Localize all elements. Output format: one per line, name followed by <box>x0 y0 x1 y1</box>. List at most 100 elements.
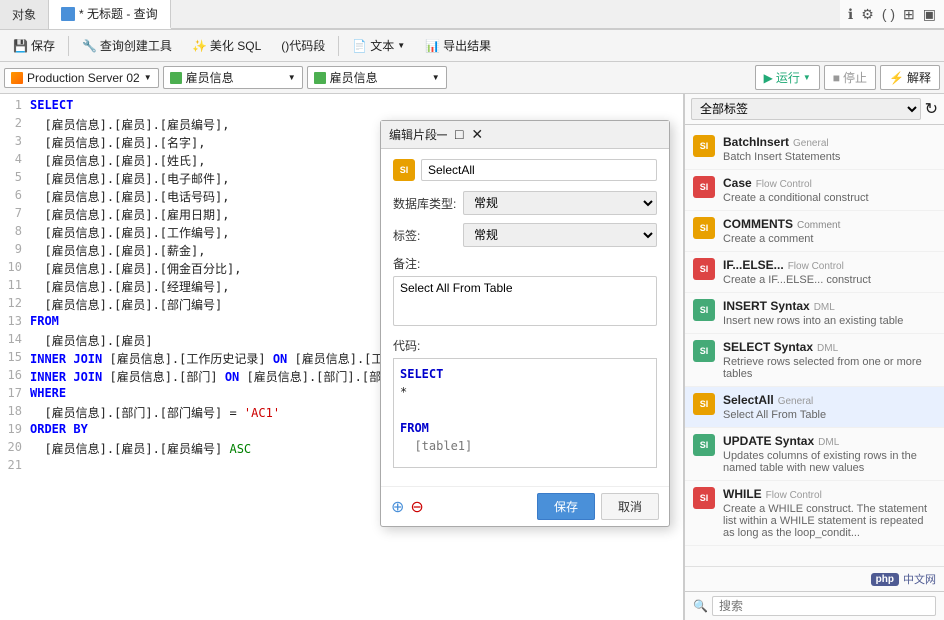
run-label: 运行 <box>776 69 800 86</box>
edit-snippet-dialog: 编辑片段 ─ □ ✕ SI 数据库类型: 常规 标签: <box>380 120 670 527</box>
snippet-item-update[interactable]: SI UPDATE SyntaxDML Updates columns of e… <box>685 428 944 481</box>
dialog-close-button[interactable]: ✕ <box>471 126 483 143</box>
dialog-footer-icons: ⊕ ⊖ <box>391 497 531 517</box>
tab-query[interactable]: * 无标题 - 查询 <box>49 0 171 29</box>
dialog-save-button[interactable]: 保存 <box>537 493 595 520</box>
snippet-icon-ifelse: SI <box>693 258 715 280</box>
code-icon[interactable]: ( ) <box>882 6 895 22</box>
dialog-tag-row: 标签: 常规 <box>393 223 657 247</box>
tab-objects-label: 对象 <box>12 6 36 23</box>
snippet-icon-insert: SI <box>693 299 715 321</box>
snippet-text-comments: COMMENTSComment Create a comment <box>723 217 936 245</box>
run-button[interactable]: ▶ 运行 ▼ <box>755 65 820 90</box>
dialog-note-textarea[interactable]: Select All From Table <box>393 276 657 326</box>
dialog-cancel-button[interactable]: 取消 <box>601 493 659 520</box>
tab-query-icon <box>61 7 75 21</box>
dialog-maximize-button[interactable]: □ <box>455 126 463 143</box>
dialog-tag-label: 标签: <box>393 227 463 244</box>
tag-filter-select[interactable]: 全部标签 <box>691 98 921 120</box>
snippet-icon-while: SI <box>693 487 715 509</box>
query-builder-button[interactable]: 🔧 查询创建工具 <box>73 33 181 58</box>
refresh-icon[interactable]: ↻ <box>925 99 938 119</box>
search-icon: 🔍 <box>693 599 708 613</box>
text-icon: 📄 <box>352 39 367 53</box>
info-icon[interactable]: ℹ <box>848 6 853 23</box>
server-select[interactable]: Production Server 02 ▼ <box>4 68 159 88</box>
stop-button[interactable]: ■ 停止 <box>824 65 876 90</box>
right-search-bar: 🔍 <box>685 591 944 620</box>
code-snippet-label: ()代码段 <box>281 37 325 54</box>
run-dropdown-icon: ▼ <box>803 73 811 82</box>
table-label: 雇员信息 <box>330 69 378 86</box>
dialog-controls: ─ □ ✕ <box>437 126 483 143</box>
dialog-tag-select[interactable]: 常规 <box>463 223 657 247</box>
db-icon <box>170 72 182 84</box>
php-site-label: 中文网 <box>903 571 936 587</box>
snippet-item-case[interactable]: SI CaseFlow Control Create a conditional… <box>685 170 944 211</box>
snippet-icon-update: SI <box>693 434 715 456</box>
dialog-dbtype-label: 数据库类型: <box>393 195 463 212</box>
tab-objects[interactable]: 对象 <box>0 0 49 29</box>
table-dropdown-icon: ▼ <box>432 73 440 82</box>
snippet-icon-select: SI <box>693 340 715 362</box>
toolbar-sep-2 <box>338 36 339 56</box>
php-logo: php <box>871 573 899 586</box>
monitor-icon[interactable]: ▣ <box>923 6 936 23</box>
table-icon <box>314 72 326 84</box>
snippet-item-ifelse[interactable]: SI IF...ELSE...Flow Control Create a IF.… <box>685 252 944 293</box>
dialog-minimize-button[interactable]: ─ <box>437 126 447 143</box>
dialog-remove-icon[interactable]: ⊖ <box>410 497 423 517</box>
snippet-item-insert[interactable]: SI INSERT SyntaxDML Insert new rows into… <box>685 293 944 334</box>
snippet-name-input[interactable] <box>421 159 657 181</box>
db-select[interactable]: 雇员信息 ▼ <box>163 66 303 89</box>
export-label: 导出结果 <box>443 37 491 54</box>
dialog-code-label: 代码: <box>393 337 657 354</box>
snippet-text-ifelse: IF...ELSE...Flow Control Create a IF...E… <box>723 258 936 286</box>
text-label: 文本 <box>370 37 394 54</box>
query-builder-icon: 🔧 <box>82 39 97 53</box>
dialog-code-box[interactable]: SELECT * FROM [table1] INNER JOIN [table… <box>393 358 657 468</box>
snippet-text-while: WHILEFlow Control Create a WHILE constru… <box>723 487 936 539</box>
dialog-add-icon[interactable]: ⊕ <box>391 497 404 517</box>
dialog-note-section: 备注: Select All From Table <box>393 255 657 329</box>
dialog-note-label: 备注: <box>393 255 657 272</box>
beautify-button[interactable]: ✨ 美化 SQL <box>183 33 270 58</box>
save-button[interactable]: 💾 保存 <box>4 33 64 58</box>
dialog-name-row: SI <box>393 159 657 181</box>
snippet-item-while[interactable]: SI WHILEFlow Control Create a WHILE cons… <box>685 481 944 546</box>
dialog-body: SI 数据库类型: 常规 标签: 常规 备注: Select All From <box>381 149 669 486</box>
dialog-dbtype-row: 数据库类型: 常规 <box>393 191 657 215</box>
explain-button[interactable]: ⚡ 解释 <box>880 65 940 90</box>
save-label: 保存 <box>31 37 55 54</box>
grid-icon[interactable]: ⊞ <box>903 6 915 23</box>
snippet-icon-batchinsert: SI <box>693 135 715 157</box>
dialog-dbtype-select[interactable]: 常规 <box>463 191 657 215</box>
dialog-code-section: 代码: SELECT * FROM [table1] INNER JOIN [t… <box>393 337 657 468</box>
snippet-item-batchinsert[interactable]: SI BatchInsertGeneral Batch Insert State… <box>685 129 944 170</box>
search-input[interactable] <box>712 596 936 616</box>
stop-label: 停止 <box>843 69 867 86</box>
snippet-text-update: UPDATE SyntaxDML Updates columns of exis… <box>723 434 936 474</box>
beautify-label: 美化 SQL <box>210 37 261 54</box>
query-builder-label: 查询创建工具 <box>100 37 172 54</box>
snippet-item-selectall[interactable]: SI SelectAllGeneral Select All From Tabl… <box>685 387 944 428</box>
snippet-text-case: CaseFlow Control Create a conditional co… <box>723 176 936 204</box>
server-icon <box>11 72 23 84</box>
explain-icon: ⚡ <box>889 71 904 85</box>
export-button[interactable]: 📊 导出结果 <box>416 33 500 58</box>
snippet-text-batchinsert: BatchInsertGeneral Batch Insert Statemen… <box>723 135 936 163</box>
right-panel: 全部标签 ↻ SI BatchInsertGeneral Batch Inser… <box>684 94 944 620</box>
dialog-title: 编辑片段 <box>389 126 437 143</box>
dialog-snippet-icon: SI <box>393 159 415 181</box>
snippet-text-selectall: SelectAllGeneral Select All From Table <box>723 393 936 421</box>
settings-icon[interactable]: ⚙ <box>861 6 874 23</box>
dialog-title-bar: 编辑片段 ─ □ ✕ <box>381 121 669 149</box>
code-snippet-button[interactable]: ()代码段 <box>272 33 334 58</box>
code-line-1: 1SELECT <box>0 98 683 116</box>
table-select[interactable]: 雇员信息 ▼ <box>307 66 447 89</box>
db-label: 雇员信息 <box>186 69 234 86</box>
snippet-item-select[interactable]: SI SELECT SyntaxDML Retrieve rows select… <box>685 334 944 387</box>
text-button[interactable]: 📄 文本 ▼ <box>343 33 414 58</box>
explain-label: 解释 <box>907 69 931 86</box>
snippet-item-comments[interactable]: SI COMMENTSComment Create a comment <box>685 211 944 252</box>
